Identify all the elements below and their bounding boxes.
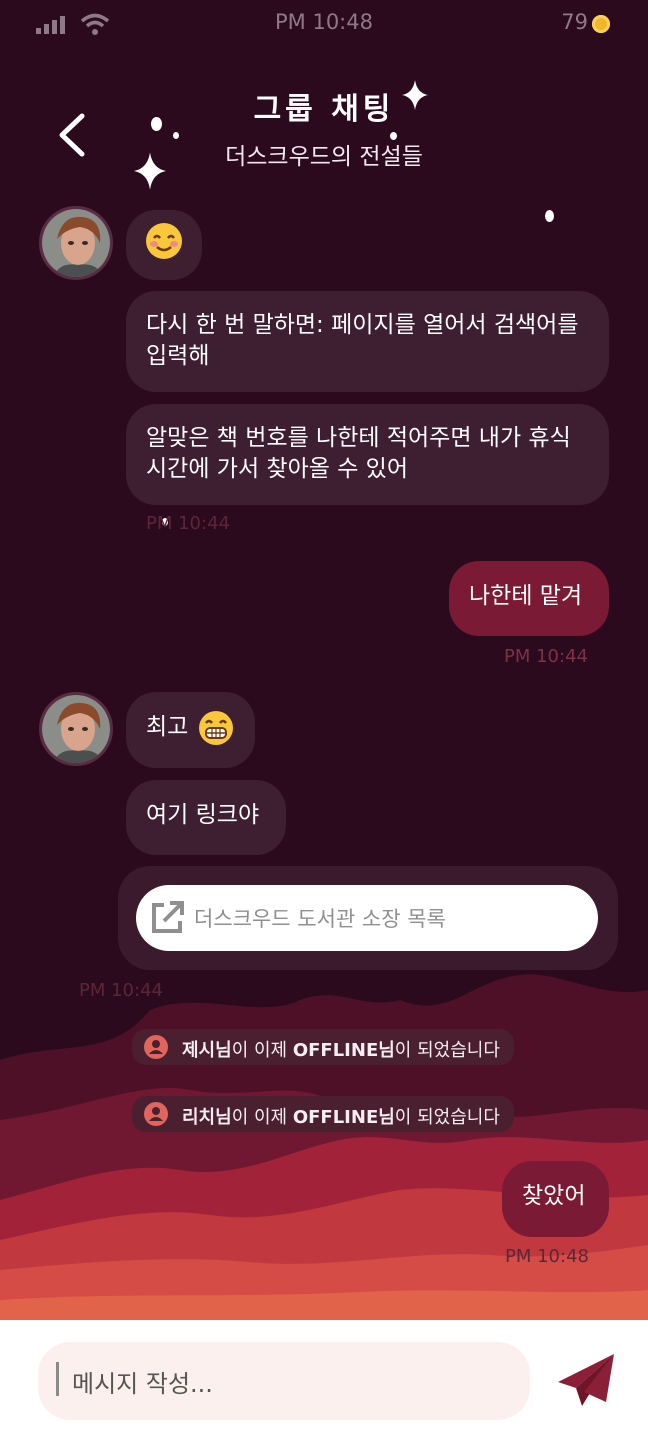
my-message-bubble: 찾았어 bbox=[502, 1161, 609, 1237]
link-label: 더스크우드 도서관 소장 목록 bbox=[194, 907, 446, 931]
system-notice: 리치님이 이제 OFFLINE님이 되었습니다 bbox=[132, 1096, 514, 1132]
composer-bar: 메시지 작성... bbox=[0, 1320, 648, 1440]
grinning-face-icon bbox=[199, 711, 233, 745]
notice-user: 리치님 bbox=[182, 1107, 232, 1128]
message-text: 최고 bbox=[146, 714, 189, 740]
star-dot bbox=[151, 117, 162, 131]
notice-text: 이 이제 bbox=[231, 1107, 293, 1128]
coin-icon bbox=[592, 15, 610, 33]
star-dot bbox=[545, 210, 554, 222]
notice-state: OFFLINE bbox=[292, 1107, 379, 1128]
link-button[interactable]: 더스크우드 도서관 소장 목록 bbox=[136, 885, 598, 951]
text-caret bbox=[56, 1362, 59, 1396]
message-timestamp: PM 10:48 bbox=[505, 1246, 589, 1267]
coin-count: 79 bbox=[561, 10, 588, 34]
message-bubble: 다시 한 번 말하면: 페이지를 열어서 검색어를 입력해 bbox=[126, 291, 609, 392]
input-placeholder: 메시지 작성... bbox=[72, 1370, 213, 1398]
notice-text: 이 되었습니다 bbox=[394, 1107, 500, 1128]
message-timestamp: PM 10:44 bbox=[146, 513, 230, 534]
notice-text: 이 되었습니다 bbox=[394, 1040, 500, 1061]
external-link-icon bbox=[152, 901, 184, 933]
notice-user: 제시님 bbox=[182, 1040, 232, 1061]
page-title: 그룹 채팅 bbox=[253, 92, 395, 127]
my-message-bubble: 나한테 맡겨 bbox=[449, 561, 609, 636]
avatar[interactable] bbox=[39, 206, 113, 280]
message-input[interactable]: 메시지 작성... bbox=[38, 1342, 530, 1420]
message-bubble: 알맞은 책 번호를 나한테 적어주면 내가 휴식시간에 가서 찾아올 수 있어 bbox=[126, 404, 609, 505]
user-icon bbox=[144, 1035, 168, 1059]
notice-suffix: 님 bbox=[378, 1107, 395, 1128]
message-timestamp: PM 10:44 bbox=[504, 646, 588, 667]
message-bubble: 여기 링크야 bbox=[126, 780, 286, 855]
status-time: PM 10:48 bbox=[275, 10, 373, 34]
star-dot bbox=[173, 132, 179, 139]
notice-state: OFFLINE bbox=[292, 1040, 379, 1061]
notice-text: 이 이제 bbox=[231, 1040, 293, 1061]
notice-suffix: 님 bbox=[378, 1040, 395, 1061]
page-subtitle: 더스크우드의 전설들 bbox=[225, 144, 423, 170]
emoji-message-bubble bbox=[126, 210, 202, 280]
star-dot bbox=[390, 132, 397, 140]
sparkle-icon bbox=[134, 152, 166, 190]
send-button[interactable] bbox=[556, 1352, 616, 1408]
message-bubble: 최고 bbox=[126, 692, 255, 768]
avatar[interactable] bbox=[39, 692, 113, 766]
user-icon bbox=[144, 1102, 168, 1126]
smiling-face-icon bbox=[146, 223, 182, 259]
sparkle-icon bbox=[402, 80, 428, 110]
message-timestamp: PM 10:44 bbox=[79, 980, 163, 1001]
status-bar: PM 10:48 79 bbox=[0, 0, 648, 48]
system-notice: 제시님이 이제 OFFLINE님이 되었습니다 bbox=[132, 1029, 514, 1065]
